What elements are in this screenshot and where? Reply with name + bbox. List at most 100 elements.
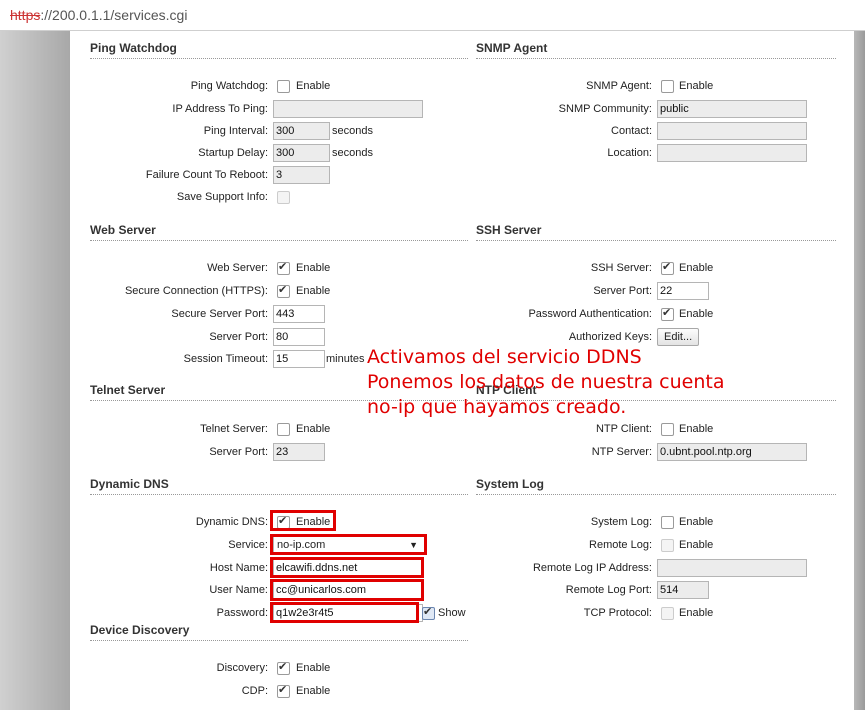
- failure-count-input[interactable]: 3: [273, 166, 330, 184]
- secure-port-input[interactable]: 443: [273, 305, 325, 323]
- ssh-server-label: SSH Server:: [590, 262, 652, 274]
- url-path: ://200.0.1.1/services.cgi: [40, 7, 188, 23]
- session-timeout-input[interactable]: 15: [273, 350, 325, 368]
- section-web-server: Web Server: [90, 223, 468, 241]
- startup-delay-unit: seconds: [332, 147, 373, 159]
- password-auth-enable-label: Enable: [679, 308, 714, 320]
- highlight-ddns-password: [270, 602, 419, 623]
- ntp-client-checkbox[interactable]: [661, 423, 674, 436]
- url-text[interactable]: https://200.0.1.1/services.cgi: [10, 7, 187, 23]
- ssh-server-enable-label: Enable: [679, 262, 714, 274]
- section-ping-watchdog: Ping Watchdog: [90, 41, 468, 59]
- telnet-server-label: Telnet Server:: [200, 423, 268, 435]
- remote-log-enable-label: Enable: [679, 539, 714, 551]
- ping-ip-label: IP Address To Ping:: [172, 103, 268, 115]
- show-password-label: Show: [438, 607, 466, 619]
- session-timeout-unit: minutes: [326, 353, 365, 365]
- ddns-service-label: Service:: [228, 539, 268, 551]
- highlight-ddns-host: [270, 557, 424, 578]
- session-timeout-label: Session Timeout:: [183, 353, 268, 365]
- right-background: [854, 31, 865, 710]
- telnet-port-label: Server Port:: [209, 446, 268, 458]
- ping-ip-input[interactable]: [273, 100, 423, 118]
- web-server-checkbox[interactable]: [277, 260, 290, 275]
- remote-port-label: Remote Log Port:: [565, 584, 652, 596]
- https-enable-label: Enable: [296, 285, 331, 297]
- discovery-enable-label: Enable: [296, 662, 331, 674]
- snmp-location-label: Location:: [607, 147, 652, 159]
- edit-keys-button[interactable]: Edit...: [657, 328, 700, 346]
- system-log-enable-label: Enable: [679, 516, 714, 528]
- snmp-location-input[interactable]: [657, 144, 807, 162]
- ddns-host-label: Host Name:: [209, 562, 268, 574]
- ssh-server-checkbox[interactable]: [661, 260, 674, 275]
- ntp-server-label: NTP Server:: [591, 446, 652, 458]
- section-system-log: System Log: [476, 477, 836, 495]
- remote-port-input[interactable]: 514: [657, 581, 709, 599]
- system-log-checkbox[interactable]: [661, 516, 674, 529]
- telnet-server-enable-label: Enable: [296, 423, 331, 435]
- snmp-agent-enable-label: Enable: [679, 80, 714, 92]
- ntp-client-enable-label: Enable: [679, 423, 714, 435]
- cdp-checkbox[interactable]: [277, 683, 290, 698]
- telnet-server-checkbox[interactable]: [277, 423, 290, 436]
- ping-watchdog-label: Ping Watchdog:: [190, 80, 268, 92]
- annotation-line-3: no-ip que hayamos creado.: [367, 396, 627, 418]
- ping-interval-unit: seconds: [332, 125, 373, 137]
- web-port-input[interactable]: 80: [273, 328, 325, 346]
- snmp-community-label: SNMP Community:: [558, 103, 652, 115]
- ddns-label: Dynamic DNS:: [195, 516, 268, 528]
- ping-interval-input[interactable]: 300: [273, 122, 330, 140]
- show-password-checkbox[interactable]: [422, 605, 435, 620]
- ddns-user-label: User Name:: [209, 584, 268, 596]
- save-support-label: Save Support Info:: [176, 191, 268, 203]
- section-snmp-agent: SNMP Agent: [476, 41, 836, 59]
- section-device-discovery: Device Discovery: [90, 623, 468, 641]
- highlight-ddns-user: [270, 579, 424, 601]
- remote-log-checkbox[interactable]: [661, 539, 674, 552]
- ddns-password-label: Password:: [216, 607, 268, 619]
- left-background: [0, 31, 70, 710]
- ssh-port-label: Server Port:: [593, 285, 652, 297]
- startup-delay-label: Startup Delay:: [198, 147, 268, 159]
- password-auth-label: Password Authentication:: [528, 308, 652, 320]
- secure-port-label: Secure Server Port:: [171, 308, 268, 320]
- failure-count-label: Failure Count To Reboot:: [145, 169, 268, 181]
- save-support-checkbox[interactable]: [277, 191, 290, 204]
- cdp-enable-label: Enable: [296, 685, 331, 697]
- telnet-port-input[interactable]: 23: [273, 443, 325, 461]
- system-log-label: System Log:: [590, 516, 652, 528]
- annotation-line-2: Ponemos los datos de nuestra cuenta: [367, 371, 725, 393]
- address-bar[interactable]: https://200.0.1.1/services.cgi: [0, 0, 865, 31]
- web-port-label: Server Port:: [209, 331, 268, 343]
- discovery-checkbox[interactable]: [277, 660, 290, 675]
- tcp-protocol-label: TCP Protocol:: [583, 607, 652, 619]
- remote-ip-label: Remote Log IP Address:: [532, 562, 652, 574]
- ssh-port-input[interactable]: 22: [657, 282, 709, 300]
- web-server-enable-label: Enable: [296, 262, 331, 274]
- remote-ip-input[interactable]: [657, 559, 807, 577]
- snmp-contact-label: Contact:: [611, 125, 652, 137]
- ntp-server-input[interactable]: 0.ubnt.pool.ntp.org: [657, 443, 807, 461]
- snmp-contact-input[interactable]: [657, 122, 807, 140]
- https-checkbox[interactable]: [277, 283, 290, 298]
- remote-log-label: Remote Log:: [589, 539, 652, 551]
- ping-interval-label: Ping Interval:: [203, 125, 268, 137]
- section-ssh-server: SSH Server: [476, 223, 836, 241]
- highlight-ddns-service: [270, 534, 427, 555]
- web-server-label: Web Server:: [207, 262, 268, 274]
- highlight-ddns-enable: [270, 510, 336, 531]
- startup-delay-input[interactable]: 300: [273, 144, 330, 162]
- snmp-community-input[interactable]: public: [657, 100, 807, 118]
- ntp-client-label: NTP Client:: [595, 423, 652, 435]
- discovery-label: Discovery:: [216, 662, 268, 674]
- section-dynamic-dns: Dynamic DNS: [90, 477, 468, 495]
- password-auth-checkbox[interactable]: [661, 306, 674, 321]
- ping-watchdog-checkbox[interactable]: [277, 80, 290, 93]
- authorized-keys-label: Authorized Keys:: [568, 331, 652, 343]
- tcp-protocol-enable-label: Enable: [679, 607, 714, 619]
- tcp-protocol-checkbox[interactable]: [661, 607, 674, 620]
- snmp-agent-checkbox[interactable]: [661, 80, 674, 93]
- annotation-text: Activamos del servicio DDNS Ponemos los …: [367, 345, 724, 420]
- url-scheme: https: [10, 7, 41, 23]
